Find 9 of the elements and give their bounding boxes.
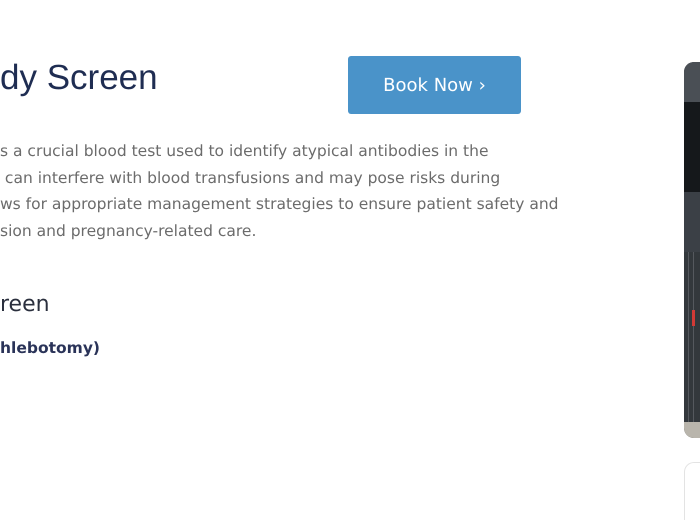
- description-line: sion and pregnancy-related care.: [0, 220, 256, 242]
- description-line: can interfere with blood transfusions and may pose risks during: [4, 168, 500, 188]
- detail-text: hlebotomy): [0, 338, 100, 359]
- description-line: s a crucial blood test used to identify atypical antibodies in the: [0, 141, 488, 162]
- description-line: ws for appropriate management strategies to ensure patient safety and: [0, 194, 558, 215]
- book-now-button[interactable]: Book Now ›: [348, 56, 521, 114]
- section-heading: reen: [0, 291, 50, 319]
- page-heading: dy Screen: [0, 60, 159, 95]
- card-background: [684, 462, 700, 520]
